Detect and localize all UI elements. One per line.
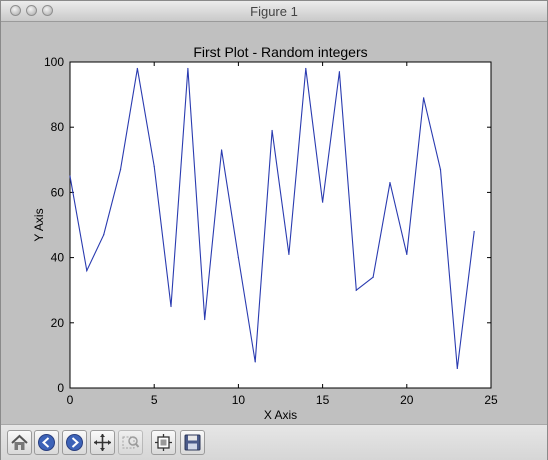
- data-point: [153, 165, 155, 167]
- figure-window: Figure 1 0 5 10 15 20 25 0 20 40 60 80 100 First Plo…: [0, 0, 548, 460]
- y-tick-label: 40: [51, 251, 65, 265]
- subplots-icon: [155, 434, 172, 451]
- data-point: [338, 71, 341, 73]
- back-arrow-icon: [38, 434, 55, 451]
- y-tick-label: 20: [51, 316, 65, 330]
- data-point: [456, 367, 458, 370]
- window-title: Figure 1: [250, 4, 298, 19]
- home-icon: [11, 434, 28, 450]
- data-point: [220, 149, 223, 151]
- data-point: [119, 168, 122, 171]
- data-point: [254, 361, 256, 363]
- data-point: [389, 182, 391, 184]
- line-chart: 0 5 10 15 20 25 0 20 40 60 80 100 First Plot - Rando…: [32, 44, 498, 422]
- x-tick-label: 20: [400, 393, 414, 407]
- x-axis-label: X Axis: [264, 408, 297, 422]
- x-tick-label: 10: [232, 393, 246, 407]
- y-tick-label: 60: [51, 185, 65, 199]
- home-button[interactable]: [7, 430, 32, 455]
- pan-button[interactable]: [90, 430, 115, 455]
- data-point: [322, 201, 324, 203]
- x-tick-label: 25: [484, 393, 498, 407]
- x-tick-label: 5: [151, 393, 158, 407]
- back-button[interactable]: [34, 430, 59, 455]
- data-point: [473, 230, 475, 233]
- data-point: [288, 253, 290, 255]
- title-bar: Figure 1: [1, 1, 547, 22]
- figure-canvas[interactable]: 0 5 10 15 20 25 0 20 40 60 80 100 First Plot - Rando…: [1, 22, 547, 424]
- y-tick-label: 100: [44, 55, 64, 69]
- y-axis-label: Y Axis: [32, 208, 46, 241]
- y-tick-label: 80: [51, 120, 65, 134]
- data-point: [69, 175, 71, 177]
- data-point: [86, 270, 88, 272]
- save-button[interactable]: [180, 430, 205, 455]
- data-point: [372, 276, 374, 278]
- data-point: [103, 234, 105, 236]
- pan-arrows-icon: [94, 434, 111, 451]
- data-point: [439, 168, 442, 171]
- x-tick-label: 15: [316, 393, 330, 407]
- data-point: [406, 253, 408, 255]
- data-point: [170, 305, 172, 308]
- data-point: [187, 67, 189, 70]
- plot-area: [69, 61, 492, 389]
- data-point: [136, 67, 138, 70]
- data-point: [271, 129, 273, 132]
- data-point: [204, 318, 206, 321]
- chart-title: First Plot - Random integers: [193, 44, 367, 60]
- data-point: [423, 97, 425, 99]
- zoom-button[interactable]: [118, 430, 143, 455]
- forward-arrow-icon: [66, 434, 83, 451]
- data-point: [237, 257, 239, 259]
- zoom-rect-icon: [122, 436, 140, 449]
- forward-button[interactable]: [62, 430, 87, 455]
- navigation-toolbar: [1, 424, 547, 460]
- x-tick-label: 0: [67, 393, 74, 407]
- data-point: [305, 67, 307, 70]
- configure-subplots-button[interactable]: [151, 430, 176, 455]
- save-disk-icon: [184, 434, 201, 451]
- data-point: [355, 289, 357, 291]
- y-tick-label: 0: [57, 381, 64, 395]
